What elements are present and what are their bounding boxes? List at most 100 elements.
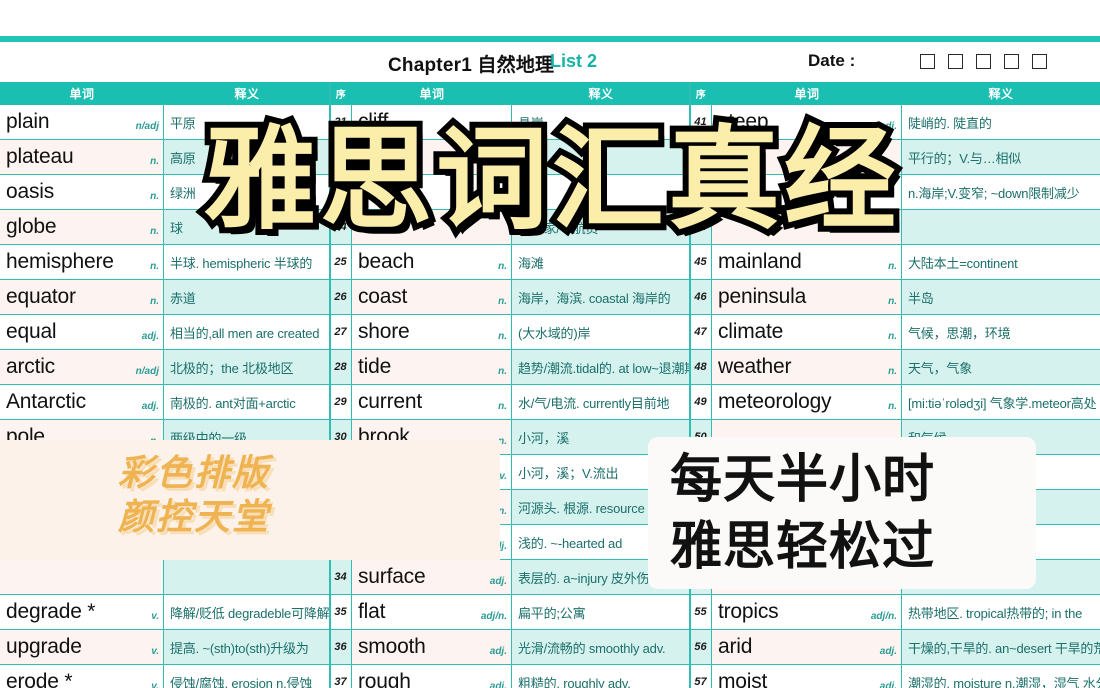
table-row[interactable]: 27 shore n. (大水域的)岸 <box>330 315 690 350</box>
word-text: Antarctic <box>6 390 86 413</box>
definition-cell: 水/气/电流. currently目前地 <box>512 385 690 419</box>
table-row[interactable]: 49 meteorology n. [mi:tiəˈrolədʒi] 气象学.mete… <box>690 385 1100 420</box>
word-text: climate <box>718 320 784 343</box>
word-text: moist <box>718 670 768 688</box>
part-of-speech: n. <box>150 261 159 272</box>
word-text: tropics <box>718 600 779 623</box>
word-cell <box>0 560 164 594</box>
table-row[interactable]: 34 surface adj. 表层的. a~injury 皮外伤 <box>330 560 690 595</box>
part-of-speech: v. <box>151 681 159 688</box>
table-row[interactable]: 47 climate n. 气候，思潮，环境 <box>690 315 1100 350</box>
definition-cell: 北极的；the 北极地区 <box>164 350 330 384</box>
worksheet-page: Chapter1 自然地理 List 2 Date : 单词 释义 序 单词 释… <box>0 0 1100 688</box>
table-row[interactable]: 35 flat adj/n. 扁平的;公寓 <box>330 595 690 630</box>
word-text: current <box>358 390 422 413</box>
left-promo-line-1: 彩色排版 <box>118 453 271 494</box>
part-of-speech: v. <box>151 646 159 657</box>
table-row[interactable]: 37 rough adj. 粗糙的. roughly adv. <box>330 665 690 688</box>
word-text: hemisphere <box>6 250 114 273</box>
definition-cell: 半岛 <box>902 280 1100 314</box>
left-promo-text: 彩色排版 颜控天堂 <box>118 452 270 540</box>
part-of-speech: n. <box>498 366 507 377</box>
word-text: oasis <box>6 180 55 203</box>
row-index: 29 <box>330 385 352 419</box>
row-index: 49 <box>690 385 712 419</box>
word-cell: surface adj. <box>352 560 512 594</box>
date-checkbox-5[interactable] <box>1032 54 1047 69</box>
part-of-speech: adj/n. <box>480 611 507 622</box>
right-promo-line-1: 每天半小时 <box>670 450 936 510</box>
word-cell: weather n. <box>712 350 902 384</box>
part-of-speech: n. <box>498 296 507 307</box>
word-cell: peninsula n. <box>712 280 902 314</box>
col-header-word-1: 单词 <box>69 87 95 101</box>
definition-cell: [mi:tiəˈrolədʒi] 气象学.meteor高处 <box>902 385 1100 419</box>
table-row[interactable]: 25 beach n. 海滩 <box>330 245 690 280</box>
word-cell: hemisphere n. <box>0 245 164 279</box>
row-index: 35 <box>330 595 352 629</box>
part-of-speech: n/adj <box>135 366 159 377</box>
table-row[interactable]: 36 smooth adj. 光滑/流畅的 smoothly adv. <box>330 630 690 665</box>
part-of-speech: n. <box>888 401 897 412</box>
row-index: 45 <box>690 245 712 279</box>
table-row[interactable]: 56 arid adj. 干燥的,干旱的. an~desert 干旱的荒 <box>690 630 1100 665</box>
table-row[interactable]: upgrade v. 提高. ~(sth)to(sth)升级为 <box>0 630 330 665</box>
word-cell: plain n/adj <box>0 105 164 139</box>
table-row[interactable] <box>0 560 330 595</box>
table-row[interactable]: 46 peninsula n. 半岛 <box>690 280 1100 315</box>
table-row[interactable]: Antarctic adj. 南极的. ant对面+arctic <box>0 385 330 420</box>
date-checkbox-2[interactable] <box>948 54 963 69</box>
date-checkbox-group[interactable] <box>920 54 1047 69</box>
table-row[interactable]: degrade * v. 降解/贬低 degradeble可降解 <box>0 595 330 630</box>
definition-cell: 降解/贬低 degradeble可降解 <box>164 595 330 629</box>
table-row[interactable]: 45 mainland n. 大陆本土=continent <box>690 245 1100 280</box>
part-of-speech: n. <box>888 296 897 307</box>
row-index: 55 <box>690 595 712 629</box>
table-row[interactable]: 26 coast n. 海岸，海滨. coastal 海岸的 <box>330 280 690 315</box>
part-of-speech: adj. <box>489 681 507 688</box>
table-row[interactable]: hemisphere n. 半球. hemispheric 半球的 <box>0 245 330 280</box>
word-cell: Antarctic adj. <box>0 385 164 419</box>
col-header-def-3: 释义 <box>988 87 1014 101</box>
part-of-speech: adj/n. <box>870 611 897 622</box>
word-cell: smooth adj. <box>352 630 512 664</box>
row-index: 37 <box>330 665 352 688</box>
table-row[interactable]: equal adj. 相当的,all men are created <box>0 315 330 350</box>
definition-cell: 相当的,all men are created <box>164 315 330 349</box>
part-of-speech: n. <box>888 366 897 377</box>
date-checkbox-4[interactable] <box>1004 54 1019 69</box>
definition-cell <box>164 560 330 594</box>
word-cell: beach n. <box>352 245 512 279</box>
word-cell: current n. <box>352 385 512 419</box>
table-row[interactable]: arctic n/adj 北极的；the 北极地区 <box>0 350 330 385</box>
row-index: 34 <box>330 560 352 594</box>
date-checkbox-1[interactable] <box>920 54 935 69</box>
word-text: meteorology <box>718 390 832 413</box>
table-row[interactable]: 57 moist adj. 潮湿的. moisture n.潮湿，湿气 水分 <box>690 665 1100 688</box>
table-row[interactable]: 48 weather n. 天气，气象 <box>690 350 1100 385</box>
table-row[interactable]: equator n. 赤道 <box>0 280 330 315</box>
definition-cell: 干燥的,干旱的. an~desert 干旱的荒 <box>902 630 1100 664</box>
row-index: 28 <box>330 350 352 384</box>
part-of-speech: adj. <box>489 646 507 657</box>
table-row[interactable]: 55 tropics adj/n. 热带地区. tropical热带的; in the <box>690 595 1100 630</box>
word-cell: tide n. <box>352 350 512 384</box>
part-of-speech: n. <box>888 261 897 272</box>
word-cell: mainland n. <box>712 245 902 279</box>
table-row[interactable]: 29 current n. 水/气/电流. currently目前地 <box>330 385 690 420</box>
part-of-speech: n. <box>498 261 507 272</box>
word-text: surface <box>358 565 426 588</box>
word-cell: shore n. <box>352 315 512 349</box>
word-text: shore <box>358 320 410 343</box>
definition-cell: (大水域的)岸 <box>512 315 690 349</box>
word-cell: degrade * v. <box>0 595 164 629</box>
definition-cell: 气候，思潮，环境 <box>902 315 1100 349</box>
word-cell: climate n. <box>712 315 902 349</box>
col-header-word-3: 单词 <box>794 87 820 101</box>
table-row[interactable]: 28 tide n. 趋势/潮流.tidal的. at low~退潮期 <box>330 350 690 385</box>
table-row[interactable]: erode * v. 侵蚀/腐蚀. erosion n.侵蚀 <box>0 665 330 688</box>
word-cell: arctic n/adj <box>0 350 164 384</box>
word-text: coast <box>358 285 408 308</box>
date-checkbox-3[interactable] <box>976 54 991 69</box>
word-cell: coast n. <box>352 280 512 314</box>
